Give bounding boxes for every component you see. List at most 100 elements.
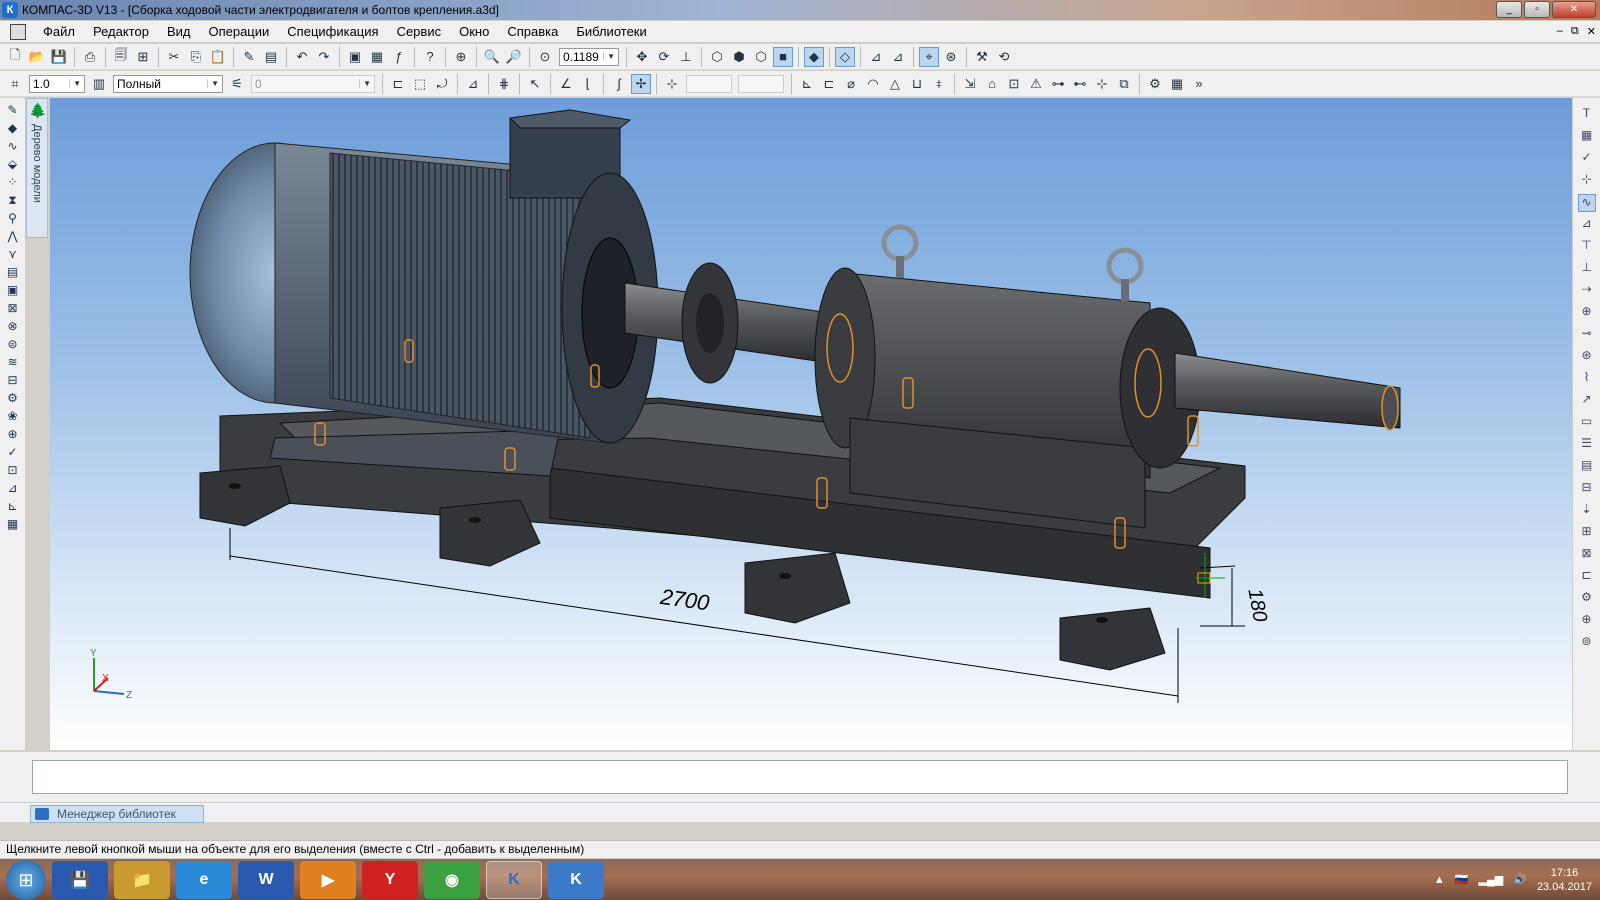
media-app-icon[interactable]: ▶ [300,860,356,899]
mirror-icon[interactable]: ⧗ [4,193,22,209]
grid-icon[interactable]: ⋕ [494,74,514,94]
menu-help[interactable]: Справка [498,24,567,39]
halftone-icon[interactable]: ■ [773,46,793,67]
start-button[interactable]: ⊞ [6,859,46,900]
bom-icon[interactable]: ▦ [1167,74,1187,94]
view-mode-combo[interactable]: Полный ▼ [113,74,223,93]
update-icon[interactable]: ⟲ [994,47,1014,67]
center-icon[interactable]: ⊛ [1578,348,1596,366]
chevron-down-icon[interactable]: ▼ [69,79,81,88]
coord-x-field[interactable] [686,74,732,93]
mass-icon[interactable]: ⌂ [982,74,1002,94]
dim-angle-icon[interactable]: △ [885,74,905,94]
menu-file[interactable]: Файл [34,24,84,39]
chevron-down-icon[interactable]: ▼ [207,79,219,88]
add-part-icon[interactable]: ◆ [4,121,22,137]
diagnostics-icon[interactable]: ⊗ [4,319,22,335]
ortho-icon[interactable]: ⊿ [463,74,483,94]
assembly-check-icon[interactable]: ⊷ [1070,74,1090,94]
preview-icon[interactable]: 🗐 [111,47,131,67]
measure-icon[interactable]: ⇲ [960,74,980,94]
save-app-icon[interactable]: 💾 [52,860,108,899]
doc-close-button[interactable]: ✕ [1587,25,1596,38]
table-tool-icon[interactable]: ▦ [4,517,22,533]
step-icon[interactable]: ⌗ [5,74,25,94]
dim-thread-icon[interactable]: ⧧ [929,74,949,94]
wireframe-icon[interactable]: ⬡ [707,47,727,67]
view-mode-icon[interactable]: ▥ [89,74,109,94]
layout-icon[interactable]: ⊞ [133,47,153,67]
view-tool-icon[interactable]: ⊠ [1578,546,1596,564]
axis-icon[interactable]: ⌇ [1578,370,1596,388]
copy-icon[interactable]: ⎘ [186,47,206,67]
document-icon[interactable] [10,23,26,40]
fastener-icon[interactable]: ⚲ [4,211,22,227]
zoom-window-icon[interactable]: ⊕ [451,47,471,67]
minimize-button[interactable]: _ [1496,1,1522,18]
kompas-viewer-app-icon[interactable]: K [548,860,604,899]
chevron-down-icon[interactable]: ▼ [359,79,371,88]
cut-icon[interactable]: ✂ [164,47,184,67]
pipe-icon[interactable]: ⊜ [4,337,22,353]
curve-tool-icon[interactable]: ⋀ [4,229,22,245]
print-icon[interactable]: ⎙ [80,47,100,67]
menu-operations[interactable]: Операции [199,24,278,39]
step-combo[interactable]: 1.0 ▼ [29,74,85,93]
redo-icon[interactable]: ↷ [314,47,334,67]
corner-icon[interactable]: ⌊ [578,74,598,94]
help-icon[interactable]: ? [420,47,440,67]
snap-icon[interactable]: ⌖ [919,46,939,67]
list-icon[interactable]: ▤ [1578,458,1596,476]
volume-icon[interactable]: 🔊 [1513,873,1527,886]
menu-window[interactable]: Окно [450,24,498,39]
variables-icon[interactable]: ƒ [389,47,409,67]
paste-icon[interactable]: 📋 [208,47,228,67]
explorer-app-icon[interactable]: 📁 [114,860,170,899]
gear-tool-icon[interactable]: ⚙ [4,391,22,407]
roughness-icon[interactable]: ⊤ [1578,238,1596,256]
tolerance-icon[interactable]: ⊕ [1578,304,1596,322]
spring-icon[interactable]: ❀ [4,409,22,425]
layers-icon[interactable]: ☰ [1578,436,1596,454]
collision-icon[interactable]: ⚠ [1026,74,1046,94]
3d-viewport[interactable]: 2700 180 Y X Z [50,98,1572,750]
close-button[interactable]: ✕ [1552,1,1596,18]
bracket-icon[interactable]: ⊏ [1578,568,1596,586]
text-icon[interactable]: T [1578,106,1596,124]
cut-line-icon[interactable]: ⊸ [1578,326,1596,344]
perspective-icon[interactable]: ◇ [835,46,855,67]
select-filter-icon[interactable]: ⊿ [888,47,908,67]
tool-icon[interactable]: ⚙ [1145,74,1165,94]
library-manager-tab[interactable]: Менеджер библиотек [30,805,204,823]
chrome-app-icon[interactable]: ◉ [424,860,480,899]
copy-array-icon[interactable]: ⧉ [1114,74,1134,94]
magnet-icon[interactable]: ✢ [631,73,651,94]
zoom-tool-icon[interactable]: ⊕ [1578,612,1596,630]
weld-icon[interactable]: ⊕ [4,427,22,443]
cable-icon[interactable]: ≋ [4,355,22,371]
attr-icon[interactable]: ⊟ [1578,480,1596,498]
extrude-icon[interactable]: ⬙ [4,157,22,173]
surface-icon[interactable]: ⋎ [4,247,22,263]
menu-edit[interactable]: Редактор [84,24,158,39]
report-icon[interactable]: ▣ [4,283,22,299]
stamp-icon[interactable]: ⊡ [4,463,22,479]
dim-height-icon[interactable]: ⊔ [907,74,927,94]
chevron-down-icon[interactable]: ▼ [603,52,615,61]
open-file-icon[interactable]: 📂 [27,47,47,67]
library-icon[interactable]: ▦ [367,47,387,67]
dimension-tool-icon[interactable]: ⊾ [4,499,22,515]
zoom-scale-icon[interactable]: ⊙ [535,47,555,67]
menu-view[interactable]: Вид [158,24,200,39]
edit-part-icon[interactable]: ✎ [4,103,22,119]
doc-minimize-button[interactable]: – [1557,25,1563,38]
arrow-icon[interactable]: ⇢ [1578,282,1596,300]
word-app-icon[interactable]: W [238,860,294,899]
curve-edit-icon[interactable]: ∿ [1577,194,1596,212]
kompas-app-icon[interactable]: K [486,860,542,899]
dim-linear-icon[interactable]: ⊾ [797,74,817,94]
coords-icon[interactable]: ⊹ [662,74,682,94]
measure-tool-icon[interactable]: ⊠ [4,301,22,317]
orient-icon[interactable]: ⤾ [432,74,452,94]
spec-icon[interactable]: ▤ [4,265,22,281]
